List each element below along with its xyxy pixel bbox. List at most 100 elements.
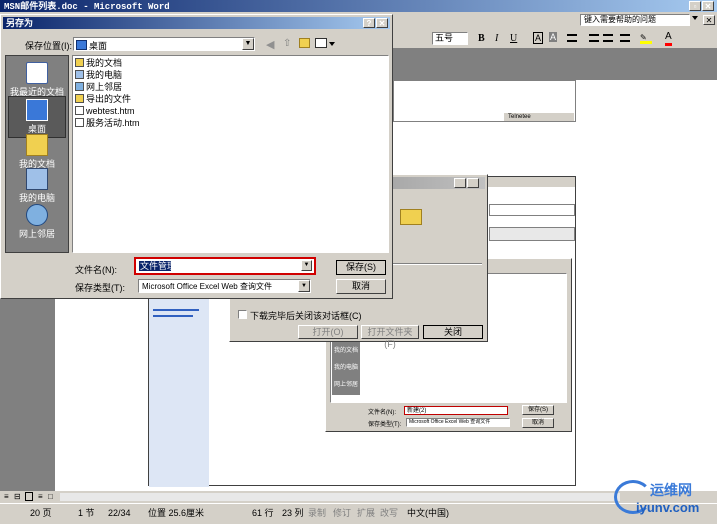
computer-icon	[75, 70, 84, 79]
embedded-taskbar: Telnetee	[504, 113, 574, 121]
embedded-filename-field[interactable]: 新建(2)	[404, 406, 508, 415]
help-dropdown-icon[interactable]	[692, 16, 698, 20]
status-page: 20 页	[30, 508, 52, 518]
place-network[interactable]: 网上邻居	[6, 204, 68, 240]
font-color-button[interactable]: A	[665, 31, 672, 46]
status-line: 61 行	[252, 508, 274, 518]
download-folder-icon	[400, 209, 422, 225]
place-recent[interactable]: 我最近的文档	[6, 62, 68, 98]
save-as-close-button[interactable]: ✕	[376, 18, 388, 28]
network-icon	[75, 82, 84, 91]
download-open-folder-button[interactable]: 打开文件夹(F)	[361, 325, 419, 349]
file-list-item[interactable]: 我的电脑	[73, 69, 388, 81]
underline-button[interactable]: U	[510, 33, 517, 44]
file-name: 我的电脑	[86, 70, 123, 80]
embedded-filetype-field[interactable]: Microsoft Office Excel Web 查询文件	[406, 418, 510, 427]
indent-icon[interactable]	[620, 34, 630, 42]
reading-view-icon[interactable]: □	[48, 492, 53, 501]
word-restore-button[interactable]: ▫	[689, 1, 701, 11]
align-icon[interactable]	[567, 34, 577, 42]
place-my-documents[interactable]: 我的文档	[6, 134, 68, 170]
italic-button[interactable]: I	[495, 33, 498, 44]
download-open-button[interactable]: 打开(O)	[298, 325, 358, 339]
places-bar: 我最近的文档 桌面 我的文档 我的电脑 网上邻居	[5, 55, 69, 253]
web-view-icon[interactable]: ⊟	[14, 492, 21, 501]
file-list-item[interactable]: 我的文档	[73, 57, 388, 69]
desktop-icon	[26, 99, 48, 121]
normal-view-icon[interactable]: ≡	[4, 492, 9, 501]
download-max-button[interactable]: □	[467, 178, 479, 188]
save-in-label: 保存位置(I):	[25, 41, 72, 51]
my-documents-icon	[26, 134, 48, 156]
file-name: webtest.htm	[86, 106, 135, 116]
filename-input[interactable]: 文件管理 ▼	[134, 257, 316, 275]
file-list-item[interactable]: 导出的文件	[73, 93, 388, 105]
save-button[interactable]: 保存(S)	[336, 260, 386, 275]
place-desktop[interactable]: 桌面	[8, 96, 66, 138]
outline-view-icon[interactable]: ≡	[38, 492, 43, 501]
filename-label: 文件名(N):	[75, 265, 117, 275]
embedded-places: 我的文档 我的电脑 网上邻居	[332, 345, 360, 388]
views-icon[interactable]	[315, 38, 327, 48]
network-places-icon	[26, 204, 48, 226]
char-shading-button[interactable]: A	[549, 32, 558, 42]
filename-value: 文件管理	[140, 261, 177, 271]
watermark-url: iyunv.com	[636, 500, 700, 515]
embedded-place-computer: 我的电脑	[333, 365, 358, 371]
close-after-download-label: 下载完毕后关闭该对话框(C)	[250, 311, 362, 321]
highlight-icon[interactable]: ✎	[640, 33, 652, 44]
numbering-icon[interactable]	[589, 34, 599, 42]
cancel-button[interactable]: 取消	[336, 279, 386, 294]
recent-docs-icon	[26, 62, 48, 84]
char-border-button[interactable]: A	[533, 32, 544, 44]
file-name: 导出的文件	[86, 94, 132, 104]
bold-button[interactable]: B	[478, 33, 485, 44]
document-page-right	[640, 80, 717, 491]
file-list-item[interactable]: 服务活动.htm	[73, 117, 388, 129]
filetype-dropdown-button[interactable]: ▼	[298, 280, 310, 292]
filename-dropdown-button[interactable]: ▼	[301, 260, 312, 271]
back-icon[interactable]: ◀	[266, 38, 274, 51]
print-view-icon[interactable]	[25, 492, 33, 501]
status-position: 位置 25.6厘米	[148, 508, 205, 518]
status-ext[interactable]: 扩展	[357, 506, 375, 520]
folder-icon	[75, 94, 84, 103]
file-name: 我的文档	[86, 58, 123, 68]
word-close-button[interactable]: ✕	[702, 1, 714, 11]
font-size-select[interactable]: 五号	[432, 32, 468, 45]
file-list[interactable]: 我的文档我的电脑 网上邻居 导出的文件 webtest.htm 服务活动.htm	[72, 55, 389, 253]
file-name: 服务活动.htm	[86, 118, 140, 128]
download-close-button[interactable]: 关闭	[423, 325, 483, 339]
up-folder-icon[interactable]: ⇧	[283, 38, 291, 49]
web-file-icon	[75, 118, 84, 127]
embedded-place-docs: 我的文档	[333, 348, 358, 354]
help-search-box[interactable]: 键入需要帮助的问题	[580, 14, 690, 26]
download-min-button[interactable]: _	[454, 178, 466, 188]
save-as-title: 另存为	[6, 18, 34, 28]
word-title-bar: MSN邮件列表.doc - Microsoft Word ▫ ✕	[0, 0, 717, 12]
file-list-item[interactable]: 网上邻居	[73, 81, 388, 93]
watermark-logo: 运维网 iyunv.com	[608, 474, 714, 520]
save-as-help-button[interactable]: ?	[363, 18, 375, 28]
horizontal-scrollbar[interactable]	[60, 493, 620, 501]
save-in-select[interactable]: 桌面 ▼	[73, 37, 255, 51]
bullets-icon[interactable]	[603, 34, 613, 42]
doc-close-button[interactable]: ✕	[703, 15, 715, 25]
status-column: 23 列	[282, 508, 304, 518]
close-after-download-checkbox[interactable]	[238, 310, 247, 319]
file-list-item[interactable]: webtest.htm	[73, 105, 388, 117]
place-my-computer[interactable]: 我的电脑	[6, 168, 68, 204]
status-rec[interactable]: 录制	[308, 506, 326, 520]
embedded-filename-label: 文件名(N):	[368, 410, 396, 416]
status-pages: 22/34	[108, 508, 131, 518]
watermark-brand: 运维网	[650, 482, 692, 498]
filetype-select[interactable]: Microsoft Office Excel Web 查询文件 ▼	[138, 279, 311, 293]
save-in-dropdown-button[interactable]: ▼	[242, 38, 254, 50]
embedded-cancel-button[interactable]: 取消	[522, 418, 554, 428]
views-dropdown-icon[interactable]	[329, 42, 335, 46]
status-ovr[interactable]: 改写	[380, 506, 398, 520]
status-rev[interactable]: 修订	[333, 506, 351, 520]
save-in-value: 桌面	[89, 41, 108, 51]
new-folder-icon[interactable]	[299, 38, 310, 48]
embedded-save-button[interactable]: 保存(S)	[522, 405, 554, 415]
